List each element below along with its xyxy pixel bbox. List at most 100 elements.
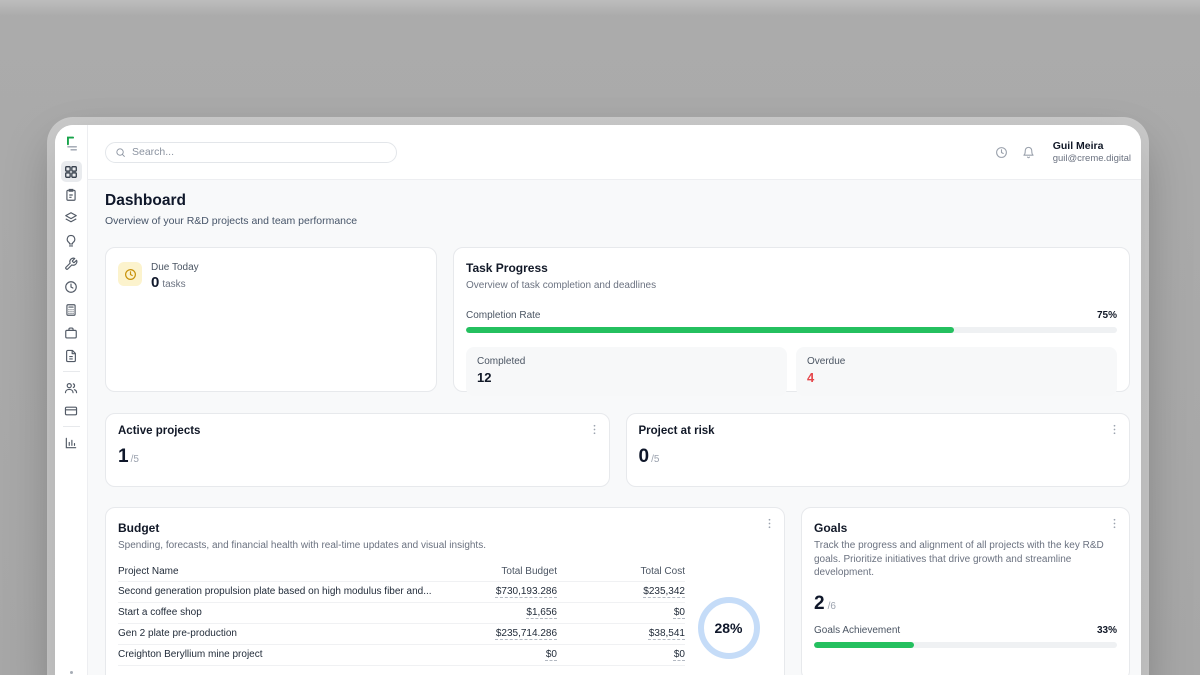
row-budget-goals: Budget Spending, forecasts, and financia… (105, 507, 1130, 675)
row-summary: Due Today 0tasks Task Progress Overview … (105, 247, 1130, 392)
sidebar-item-analytics[interactable] (61, 432, 82, 453)
completion-rate-value: 75% (1097, 310, 1117, 321)
active-projects-total: /5 (131, 454, 139, 465)
active-projects-title: Active projects (118, 425, 597, 437)
column-total-cost: Total Cost (557, 566, 685, 577)
page-title: Dashboard (105, 192, 1130, 210)
sidebar-divider (63, 371, 80, 372)
bell-icon (1022, 146, 1035, 159)
budget-title: Budget (118, 521, 772, 535)
layers-icon (64, 211, 78, 225)
completed-stat-tile: Completed 12 (466, 347, 787, 396)
kebab-menu-icon (763, 517, 776, 530)
clock-icon (64, 280, 78, 294)
budget-table-row: Start a coffee shop $1,656 $0 (118, 603, 685, 624)
briefcase-icon (64, 326, 78, 340)
goals-subtitle: Track the progress and alignment of all … (814, 539, 1117, 580)
budget-table-row: Creighton Beryllium mine project $0 $0 (118, 645, 685, 666)
sidebar-item-time[interactable] (61, 276, 82, 297)
goals-card: Goals Track the progress and alignment o… (801, 507, 1130, 675)
sidebar-item-projects[interactable] (61, 207, 82, 228)
document-icon (64, 349, 78, 363)
project-name-cell: Creighton Beryllium mine project (118, 649, 432, 660)
budget-donut-wrap: 28% (685, 563, 772, 675)
sidebar-item-team[interactable] (61, 377, 82, 398)
due-today-unit: tasks (162, 279, 185, 290)
total-budget-cell[interactable]: $1,656 (526, 607, 557, 618)
topbar-right: Guil Meira guil@creme.digital (995, 140, 1131, 165)
sidebar-footer-dot (70, 671, 73, 674)
project-at-risk-card: Project at risk 0 /5 (626, 413, 1131, 487)
project-at-risk-menu-button[interactable] (1108, 423, 1121, 436)
total-budget-cell[interactable]: $235,714.286 (496, 628, 557, 639)
search-box[interactable] (105, 142, 397, 163)
goals-progress-fill (814, 642, 914, 648)
column-project-name: Project Name (118, 566, 432, 577)
search-icon (115, 147, 126, 158)
budget-table-header: Project Name Total Budget Total Cost (118, 563, 685, 582)
completion-rate-label: Completion Rate (466, 310, 540, 321)
dashboard-grid-icon (64, 165, 78, 179)
analytics-chart-icon (64, 436, 78, 450)
budget-table-row: Second generation propulsion plate based… (118, 582, 685, 603)
task-progress-card: Task Progress Overview of task completio… (453, 247, 1130, 392)
completion-progress-fill (466, 327, 954, 333)
sidebar-item-ideas[interactable] (61, 230, 82, 251)
more-projects-link[interactable]: +1 more projects (118, 666, 685, 675)
clock-icon (995, 146, 1008, 159)
task-progress-subtitle: Overview of task completion and deadline… (466, 279, 1117, 293)
total-cost-cell[interactable]: $0 (674, 607, 685, 618)
sidebar-item-portfolio[interactable] (61, 322, 82, 343)
search-input[interactable] (132, 146, 387, 158)
sidebar-item-dashboard[interactable] (61, 161, 82, 182)
sidebar-item-calculator[interactable] (61, 299, 82, 320)
overdue-stat-tile: Overdue 4 (796, 347, 1117, 396)
task-progress-title: Task Progress (466, 261, 1117, 275)
completed-value: 12 (477, 370, 776, 385)
sidebar-item-tasks[interactable] (61, 184, 82, 205)
goals-menu-button[interactable] (1108, 517, 1121, 530)
column-total-budget: Total Budget (432, 566, 557, 577)
user-name: Guil Meira (1053, 140, 1131, 153)
budget-donut-value: 28% (714, 620, 742, 636)
budget-donut-chart: 28% (698, 597, 760, 659)
completion-progress-bar (466, 327, 1117, 333)
billing-card-icon (64, 404, 78, 418)
sidebar-item-documents[interactable] (61, 345, 82, 366)
project-name-cell: Second generation propulsion plate based… (118, 586, 432, 597)
goals-achievement-label: Goals Achievement (814, 625, 900, 636)
project-name-cell: Start a coffee shop (118, 607, 432, 618)
clock-icon (124, 268, 137, 281)
due-today-value: 0 (151, 274, 159, 291)
wrench-icon (64, 257, 78, 271)
sidebar-footer: V1.0 (55, 671, 87, 675)
user-menu[interactable]: Guil Meira guil@creme.digital (1053, 140, 1131, 165)
total-budget-cell[interactable]: $730,193.286 (496, 586, 557, 597)
sidebar-item-billing[interactable] (61, 400, 82, 421)
total-budget-cell[interactable]: $0 (546, 649, 557, 660)
sidebar: V1.0 (55, 125, 88, 675)
kebab-menu-icon (588, 423, 601, 436)
total-cost-cell[interactable]: $235,342 (643, 586, 685, 597)
goals-achievement-value: 33% (1097, 625, 1117, 636)
sidebar-item-tools[interactable] (61, 253, 82, 274)
top-bar: Guil Meira guil@creme.digital (88, 125, 1141, 180)
budget-table: Project Name Total Budget Total Cost Sec… (118, 563, 685, 675)
app-window: V1.0 (55, 125, 1141, 675)
goals-total: /6 (828, 601, 836, 612)
notifications-button[interactable] (1022, 146, 1035, 159)
due-today-clock-badge (118, 262, 142, 286)
history-clock-button[interactable] (995, 146, 1008, 159)
budget-menu-button[interactable] (763, 517, 776, 530)
total-cost-cell[interactable]: $0 (674, 649, 685, 660)
budget-table-row: Gen 2 plate pre-production $235,714.286 … (118, 624, 685, 645)
kebab-menu-icon (1108, 517, 1121, 530)
budget-card: Budget Spending, forecasts, and financia… (105, 507, 785, 675)
active-projects-menu-button[interactable] (588, 423, 601, 436)
sidebar-divider (63, 426, 80, 427)
completed-label: Completed (477, 356, 776, 367)
project-at-risk-value: 0 (639, 446, 650, 468)
project-at-risk-total: /5 (651, 454, 659, 465)
total-cost-cell[interactable]: $38,541 (649, 628, 685, 639)
project-at-risk-title: Project at risk (639, 425, 1118, 437)
